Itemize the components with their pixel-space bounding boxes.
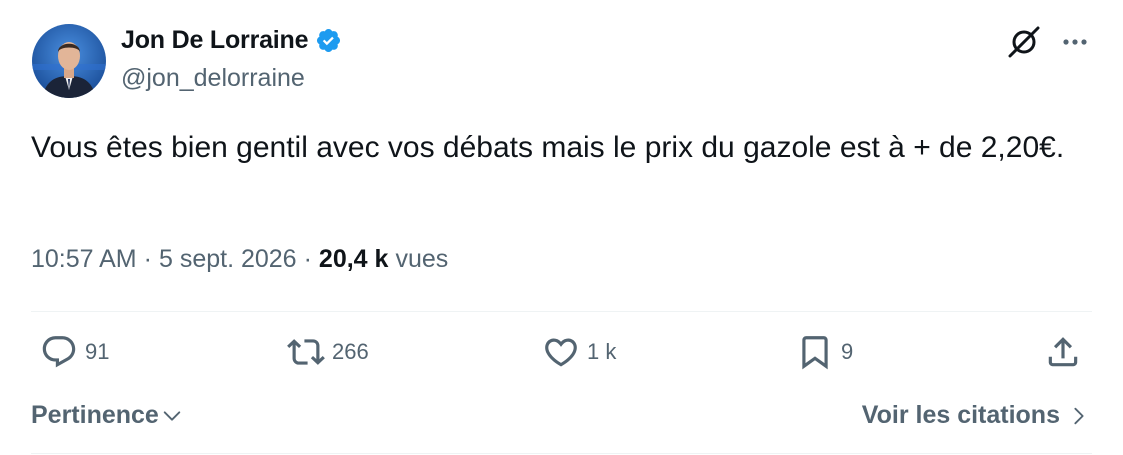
retweet-icon [287, 339, 325, 365]
more-icon[interactable] [1058, 30, 1092, 54]
bookmark-icon [802, 336, 828, 370]
like-count: 1 k [587, 339, 617, 364]
sort-dropdown[interactable]: Pertinence [31, 401, 183, 430]
retweet-button[interactable]: 266 [287, 333, 369, 371]
meta-separator: · [303, 245, 312, 273]
author-handle[interactable]: @jon_delorraine [121, 64, 305, 93]
grok-icon[interactable] [1006, 24, 1042, 60]
reply-icon [42, 336, 76, 368]
share-icon [1048, 337, 1078, 367]
avatar[interactable] [32, 24, 106, 98]
tweet-text: Vous êtes bien gentil avec vos débats ma… [31, 131, 1065, 164]
bookmark-count: 9 [841, 339, 854, 364]
author-name[interactable]: Jon De Lorraine [121, 26, 309, 55]
reply-button[interactable]: 91 [40, 333, 109, 371]
tweet-time[interactable]: 10:57 AM [31, 245, 137, 274]
verified-badge-icon[interactable] [315, 27, 342, 54]
divider [31, 311, 1092, 312]
tweet-date[interactable]: 5 sept. 2026 [159, 245, 297, 274]
reply-count: 91 [85, 339, 110, 364]
sort-label: Pertinence [31, 401, 159, 429]
views-count: 20,4 k [318, 245, 389, 273]
like-button[interactable]: 1 k [542, 333, 616, 371]
action-bar: 91 266 1 k 9 [0, 333, 1123, 383]
meta-separator: · [143, 245, 152, 273]
chevron-right-icon [1074, 407, 1084, 424]
like-icon [545, 338, 577, 367]
tweet-meta: 10:57 AM · 5 sept. 2026 · 20,4 k vues [31, 245, 448, 274]
share-button[interactable] [1044, 333, 1082, 371]
retweet-count: 266 [332, 339, 369, 364]
avatar-photo [32, 24, 106, 98]
view-quotes-link[interactable]: Voir les citations [862, 401, 1090, 430]
quotes-label: Voir les citations [861, 401, 1060, 429]
bookmark-button[interactable]: 9 [796, 333, 853, 371]
views-label: vues [395, 245, 449, 273]
divider [31, 453, 1092, 454]
author-name-row[interactable]: Jon De Lorraine [121, 26, 342, 55]
chevron-down-icon [163, 410, 181, 421]
